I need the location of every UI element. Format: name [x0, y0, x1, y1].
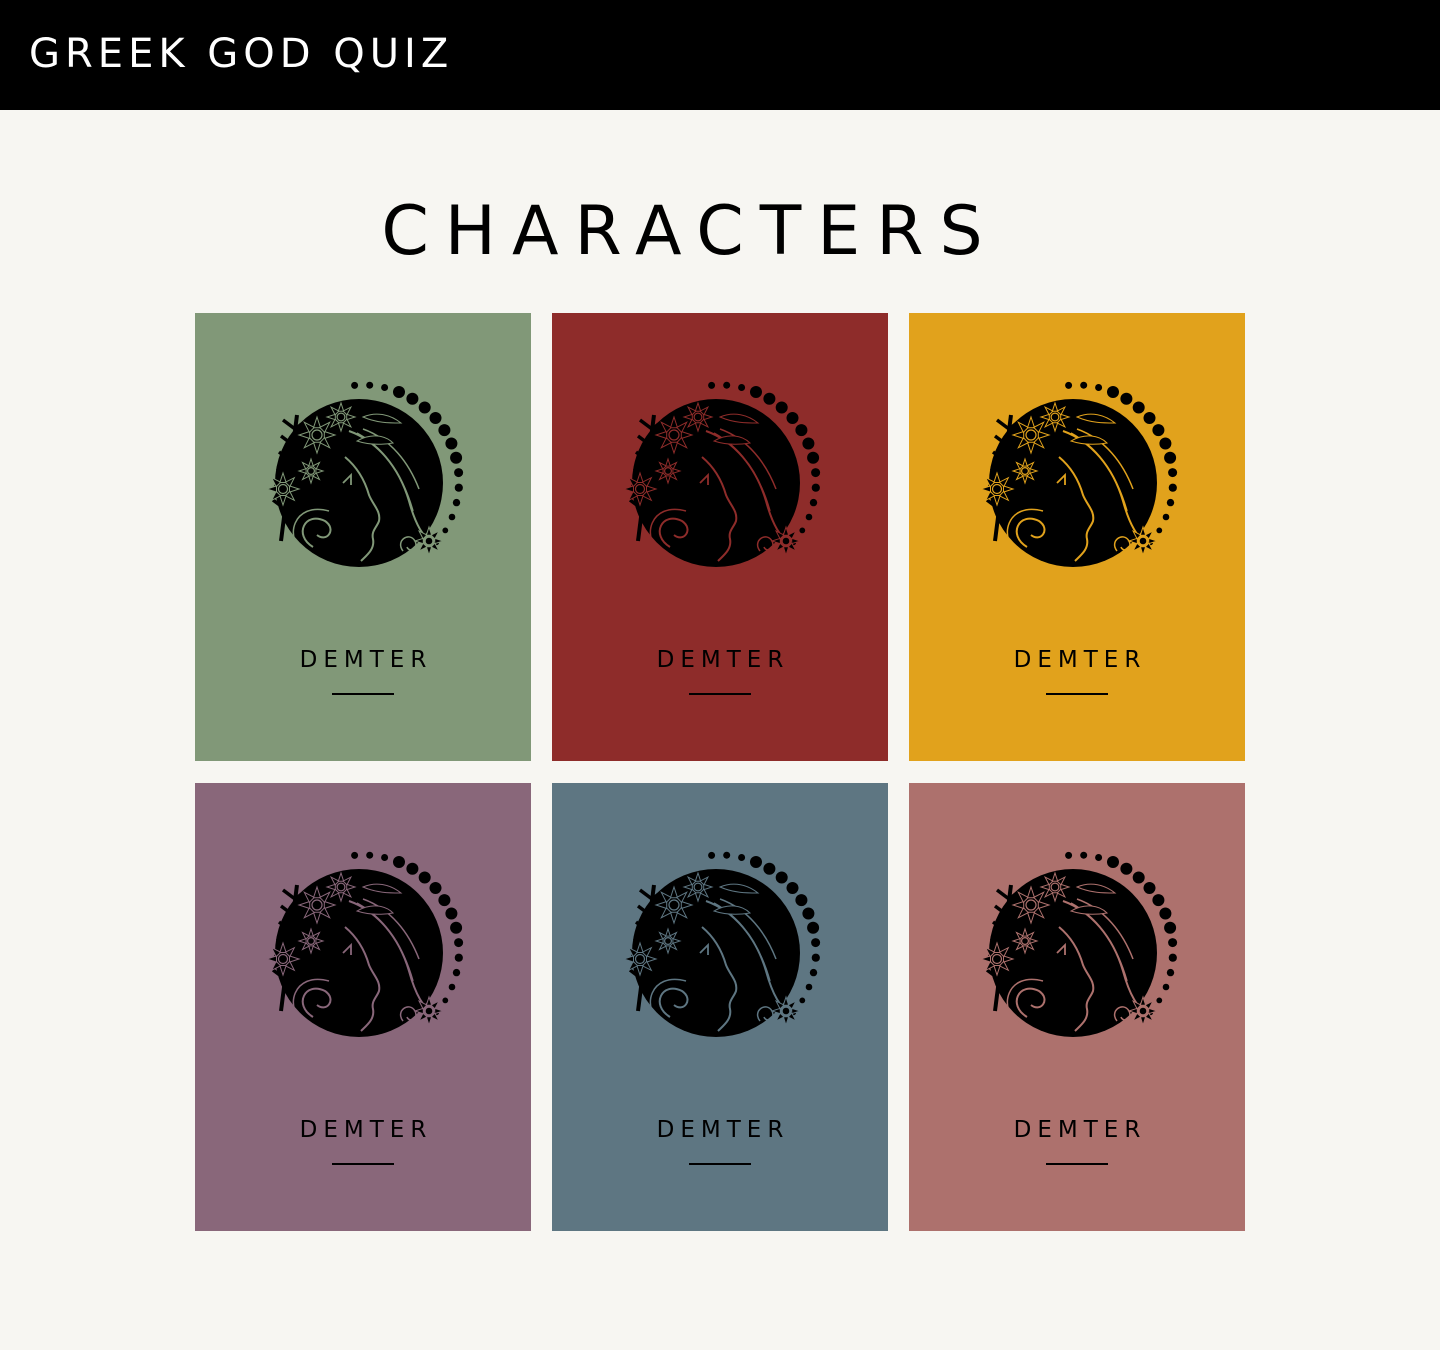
- character-card[interactable]: DEMTER: [909, 783, 1245, 1231]
- card-underline: [1046, 693, 1108, 695]
- character-name: DEMTER: [299, 647, 433, 673]
- demeter-emblem-icon: [979, 851, 1178, 1037]
- card-underline: [332, 693, 394, 695]
- demeter-emblem-icon: [265, 381, 464, 567]
- character-name: DEMTER: [656, 1117, 790, 1143]
- page-title: CHARACTERS: [381, 192, 999, 271]
- character-card[interactable]: DEMTER: [195, 313, 531, 761]
- demeter-emblem-icon: [979, 381, 1178, 567]
- character-grid: DEMTER DEMTER DEMTER DEMTER DEMTER DEMTE…: [195, 313, 1245, 1231]
- card-underline: [1046, 1163, 1108, 1165]
- character-card[interactable]: DEMTER: [552, 783, 888, 1231]
- top-bar: GREEK GOD QUIZ: [0, 0, 1440, 110]
- character-card[interactable]: DEMTER: [909, 313, 1245, 761]
- character-name: DEMTER: [656, 647, 790, 673]
- character-name: DEMTER: [299, 1117, 433, 1143]
- character-card[interactable]: DEMTER: [195, 783, 531, 1231]
- demeter-emblem-icon: [622, 381, 821, 567]
- site-title[interactable]: GREEK GOD QUIZ: [29, 30, 453, 78]
- character-card[interactable]: DEMTER: [552, 313, 888, 761]
- card-underline: [689, 1163, 751, 1165]
- character-name: DEMTER: [1013, 1117, 1147, 1143]
- character-name: DEMTER: [1013, 647, 1147, 673]
- card-underline: [689, 693, 751, 695]
- demeter-emblem-icon: [265, 851, 464, 1037]
- card-underline: [332, 1163, 394, 1165]
- demeter-emblem-icon: [622, 851, 821, 1037]
